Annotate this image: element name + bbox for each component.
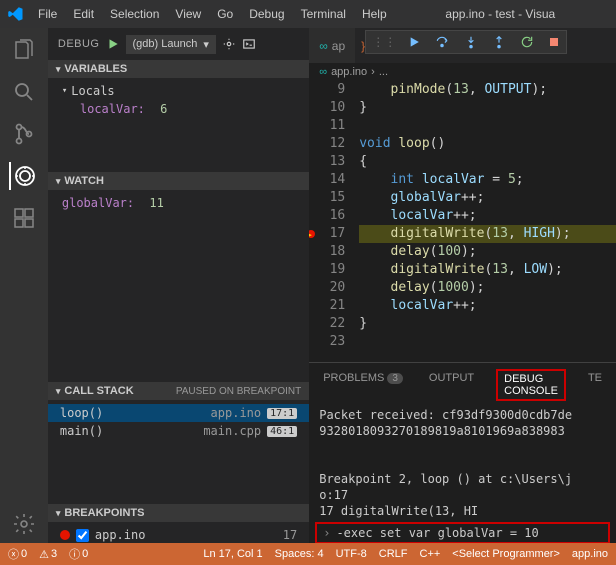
debug-header: DEBUG (gdb) Launch▾ <box>48 28 309 60</box>
step-into-icon[interactable] <box>464 35 478 49</box>
locals-scope[interactable]: ▾Locals <box>48 82 309 100</box>
activity-bar <box>0 28 48 548</box>
status-warnings[interactable]: ⚠ 3 <box>39 548 57 561</box>
menu-file[interactable]: File <box>30 3 65 25</box>
debug-settings-icon[interactable] <box>222 37 236 51</box>
watch-row[interactable]: globalVar: 11 <box>48 194 309 212</box>
continue-icon[interactable] <box>406 35 420 49</box>
debug-console-input[interactable]: › <box>315 522 610 544</box>
arduino-icon: ∞ <box>319 39 328 53</box>
breakpoint-dot-icon <box>60 530 70 540</box>
menu-go[interactable]: Go <box>209 3 241 25</box>
editor-area: ⋮⋮ ∞ap }launc ∞ app.ino › ... 9101112131… <box>309 28 616 548</box>
callstack-section[interactable]: ▾CALL STACKPAUSED ON BREAKPOINT <box>48 382 309 400</box>
problems-tab[interactable]: PROBLEMS3 <box>319 369 407 401</box>
window-title: app.ino - test - Visua <box>397 7 610 21</box>
breakpoint-checkbox[interactable] <box>76 529 89 542</box>
explorer-icon[interactable] <box>10 36 38 64</box>
menu-terminal[interactable]: Terminal <box>293 3 354 25</box>
status-encoding[interactable]: UTF-8 <box>336 548 367 560</box>
start-debug-icon[interactable] <box>106 37 120 51</box>
variables-section[interactable]: ▾VARIABLES <box>48 60 309 78</box>
status-programmer[interactable]: <Select Programmer> <box>452 548 560 560</box>
watch-section[interactable]: ▾WATCH <box>48 172 309 190</box>
output-tab[interactable]: OUTPUT <box>425 369 478 401</box>
panel-tabs: PROBLEMS3 OUTPUT DEBUG CONSOLE TE <box>309 363 616 401</box>
menu-selection[interactable]: Selection <box>102 3 167 25</box>
debug-console-output[interactable]: Packet received: cf93df9300d0cdb7de93280… <box>309 401 616 520</box>
status-file[interactable]: app.ino <box>572 548 608 560</box>
menu-debug[interactable]: Debug <box>241 3 292 25</box>
menu-view[interactable]: View <box>167 3 209 25</box>
status-lang[interactable]: C++ <box>420 548 441 560</box>
debug-sidebar: DEBUG (gdb) Launch▾ ▾VARIABLES ▾Locals l… <box>48 28 309 548</box>
status-info[interactable]: ⓘ 0 <box>69 546 88 562</box>
terminal-tab[interactable]: TE <box>584 369 606 401</box>
debug-label: DEBUG <box>58 38 100 50</box>
arduino-icon: ∞ <box>319 66 327 78</box>
debug-console-tab[interactable]: DEBUG CONSOLE <box>496 369 566 401</box>
step-over-icon[interactable] <box>434 35 450 49</box>
editor-tab[interactable]: ∞ap <box>309 28 355 63</box>
search-icon[interactable] <box>10 78 38 106</box>
breadcrumb[interactable]: ∞ app.ino › ... <box>309 63 616 81</box>
prompt-icon: › <box>323 526 330 540</box>
bottom-panel: PROBLEMS3 OUTPUT DEBUG CONSOLE TE Packet… <box>309 362 616 548</box>
status-eol[interactable]: CRLF <box>379 548 408 560</box>
source-control-icon[interactable] <box>10 120 38 148</box>
debug-icon[interactable] <box>9 162 37 190</box>
stack-frame[interactable]: main()main.cpp46:1 <box>48 422 309 440</box>
breakpoints-section[interactable]: ▾BREAKPOINTS <box>48 504 309 522</box>
status-errors[interactable]: ⓧ 0 <box>8 546 27 562</box>
code-editor[interactable]: 91011121314151617▶181920212223 pinMode(1… <box>309 81 616 362</box>
debug-config-select[interactable]: (gdb) Launch▾ <box>126 35 216 54</box>
breakpoint-row[interactable]: app.ino 17 <box>48 526 309 544</box>
status-cursor[interactable]: Ln 17, Col 1 <box>203 548 262 560</box>
menu-edit[interactable]: Edit <box>65 3 102 25</box>
variable-row[interactable]: localVar: 6 <box>48 100 309 118</box>
vscode-icon <box>6 5 24 23</box>
debug-console-icon[interactable] <box>242 37 256 51</box>
menu-help[interactable]: Help <box>354 3 395 25</box>
extensions-icon[interactable] <box>10 204 38 232</box>
status-bar: ⓧ 0 ⚠ 3 ⓘ 0 Ln 17, Col 1 Spaces: 4 UTF-8… <box>0 543 616 565</box>
settings-gear-icon[interactable] <box>10 510 38 538</box>
title-bar: FileEditSelectionViewGoDebugTerminalHelp… <box>0 0 616 28</box>
stop-icon[interactable] <box>548 36 560 48</box>
status-spaces[interactable]: Spaces: 4 <box>275 548 324 560</box>
step-out-icon[interactable] <box>492 35 506 49</box>
debug-toolbar[interactable]: ⋮⋮ <box>365 30 567 54</box>
stack-frame[interactable]: loop()app.ino17:1 <box>48 404 309 422</box>
restart-icon[interactable] <box>520 35 534 49</box>
console-input-field[interactable] <box>336 526 602 540</box>
drag-grip-icon[interactable]: ⋮⋮ <box>372 35 396 49</box>
